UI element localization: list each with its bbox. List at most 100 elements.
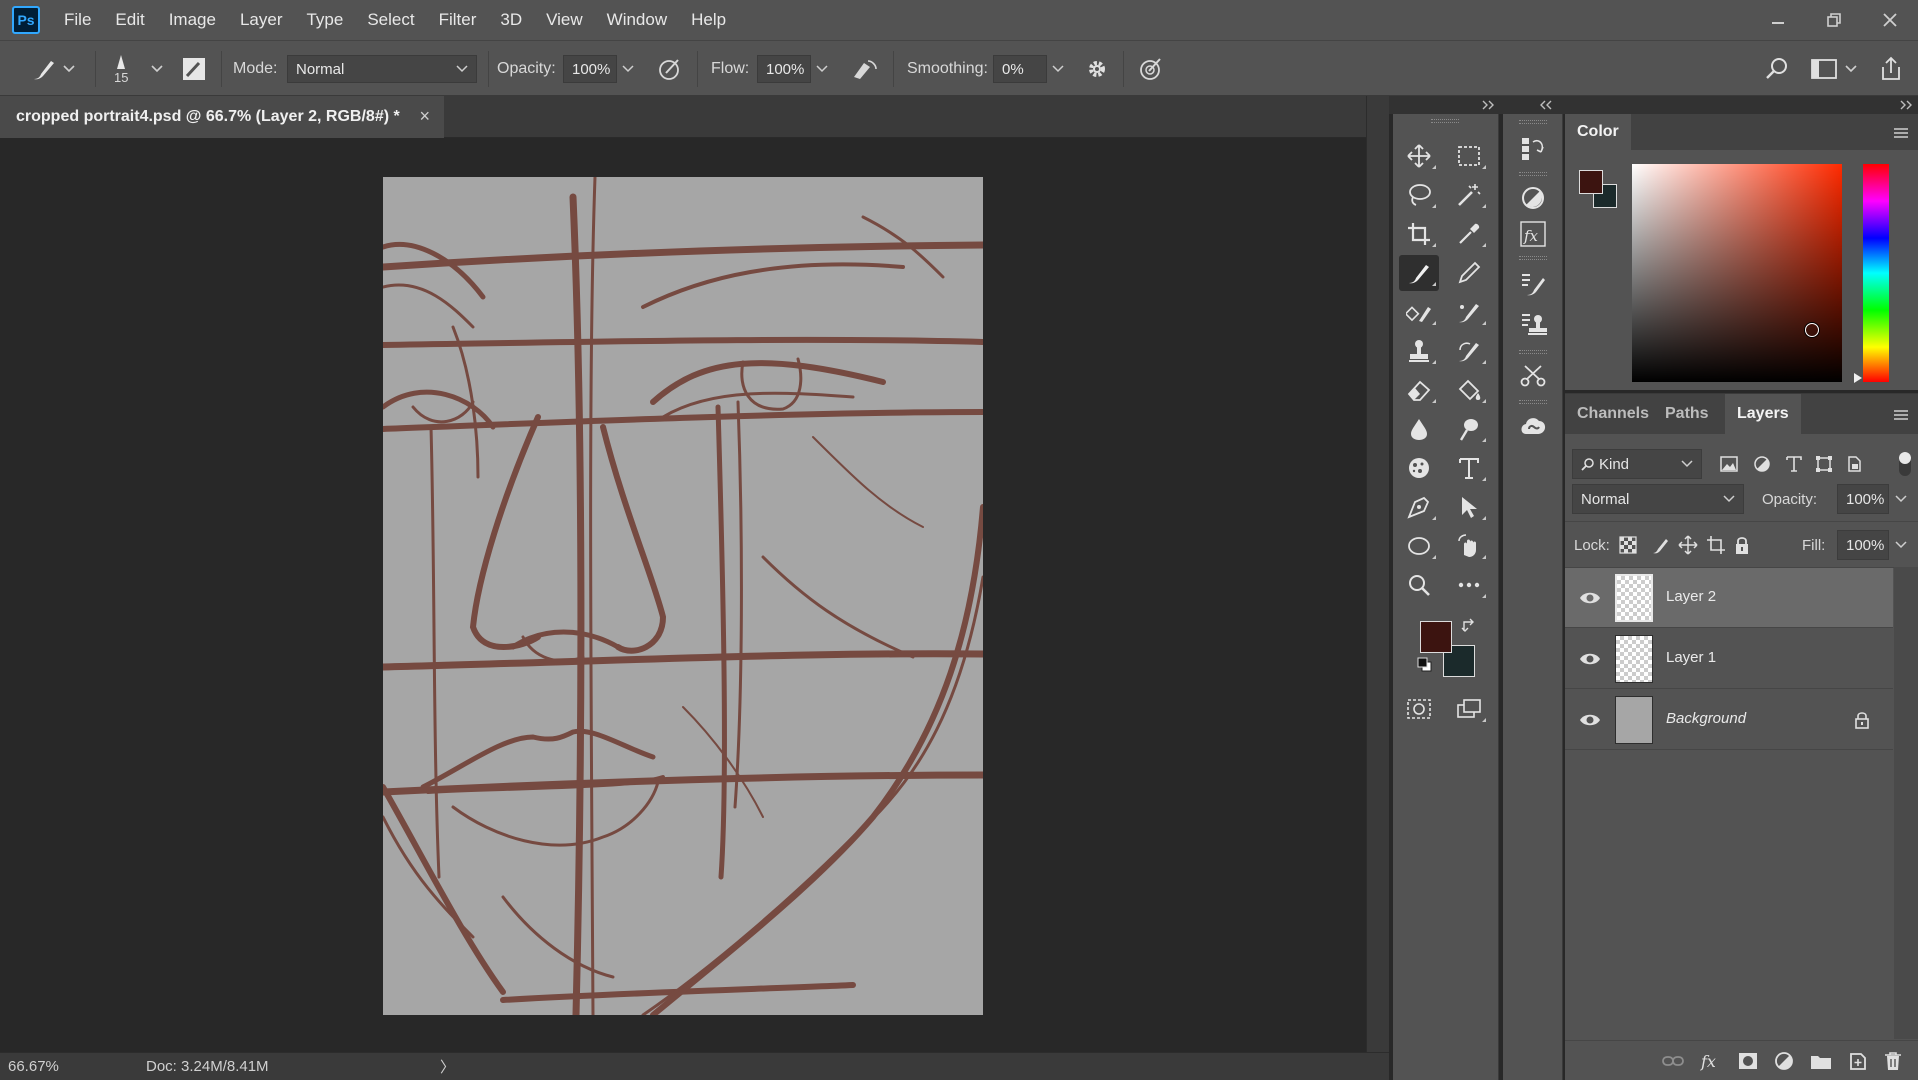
- panel-menu-icon[interactable]: [1892, 126, 1910, 140]
- rotate-view-tool[interactable]: [1449, 528, 1489, 564]
- shape-tool[interactable]: [1399, 528, 1439, 564]
- tab-channels[interactable]: Channels: [1565, 394, 1661, 434]
- delete-layer-icon[interactable]: [1884, 1051, 1902, 1071]
- clone-source-panel-button[interactable]: [1513, 304, 1553, 344]
- color-panel-foreground-swatch[interactable]: [1579, 170, 1603, 194]
- color-picker-marker[interactable]: [1805, 323, 1819, 337]
- adjustments-panel-button[interactable]: [1513, 178, 1553, 218]
- libraries-panel-button[interactable]: [1513, 406, 1553, 446]
- layer-row[interactable]: Layer 1: [1565, 629, 1893, 689]
- pressure-size-button[interactable]: [1137, 41, 1165, 97]
- opacity-input[interactable]: 100%: [563, 41, 617, 97]
- close-tab-button[interactable]: ×: [419, 106, 430, 127]
- magic-wand-tool[interactable]: [1449, 177, 1489, 213]
- expand-left-icon[interactable]: [1539, 100, 1553, 110]
- crop-tool[interactable]: [1399, 216, 1439, 252]
- menu-type[interactable]: Type: [294, 0, 355, 40]
- layers-scrollbar[interactable]: [1894, 567, 1918, 1039]
- canvas-vertical-scrollbar[interactable]: [1366, 96, 1389, 1052]
- history-panel-button[interactable]: [1513, 128, 1553, 168]
- pressure-opacity-button[interactable]: [656, 41, 684, 97]
- layer-opacity-input[interactable]: 100%: [1837, 484, 1889, 514]
- dodge-tool[interactable]: [1449, 411, 1489, 447]
- brush-tool[interactable]: [1399, 255, 1439, 291]
- lasso-tool[interactable]: [1399, 177, 1439, 213]
- lock-artboard-icon[interactable]: [1706, 535, 1726, 555]
- canvas-area[interactable]: [0, 138, 1366, 1052]
- mode-select[interactable]: Normal: [287, 41, 477, 97]
- layer-name[interactable]: Background: [1666, 710, 1746, 727]
- path-selection-tool[interactable]: [1449, 489, 1489, 525]
- tab-layers[interactable]: Layers: [1725, 394, 1801, 434]
- smoothing-input[interactable]: 0%: [993, 41, 1047, 97]
- brush-size-dropdown[interactable]: [150, 41, 164, 97]
- flow-input[interactable]: 100%: [757, 41, 811, 97]
- fill-dropdown[interactable]: [1889, 530, 1913, 560]
- layer-effects-icon[interactable]: fx: [1700, 1051, 1722, 1071]
- pen-tool[interactable]: [1399, 489, 1439, 525]
- styles-panel-button[interactable]: fx: [1513, 214, 1553, 254]
- filter-toggle[interactable]: [1899, 452, 1911, 476]
- tab-color[interactable]: Color: [1565, 114, 1631, 150]
- clone-stamp-tool[interactable]: [1399, 333, 1439, 369]
- blend-mode-select[interactable]: Normal: [1572, 484, 1744, 514]
- close-window-button[interactable]: [1862, 0, 1918, 40]
- hue-slider[interactable]: [1863, 164, 1889, 382]
- visibility-eye-icon[interactable]: [1579, 588, 1601, 608]
- airbrush-button[interactable]: [850, 41, 880, 97]
- layer-row[interactable]: Layer 2: [1565, 568, 1893, 628]
- smoothing-slider-toggle[interactable]: [1047, 41, 1069, 97]
- flow-slider-toggle[interactable]: [811, 41, 833, 97]
- quick-mask-button[interactable]: [1399, 691, 1439, 727]
- screen-mode-button[interactable]: [1449, 691, 1489, 727]
- hue-slider-handle[interactable]: [1853, 372, 1863, 384]
- default-colors-icon[interactable]: [1417, 657, 1433, 673]
- clone-source-tool[interactable]: [1399, 294, 1439, 330]
- fill-input[interactable]: 100%: [1837, 530, 1889, 560]
- layer-name[interactable]: Layer 1: [1666, 649, 1716, 666]
- opacity-slider-toggle[interactable]: [617, 41, 639, 97]
- pencil-tool[interactable]: [1449, 255, 1489, 291]
- blur-tool[interactable]: [1399, 411, 1439, 447]
- tool-preset-picker[interactable]: [30, 41, 76, 97]
- collapse-right-icon[interactable]: [1481, 100, 1495, 110]
- brush-size-picker[interactable]: 15: [114, 41, 128, 97]
- menu-layer[interactable]: Layer: [228, 0, 295, 40]
- menu-3d[interactable]: 3D: [488, 0, 534, 40]
- restore-button[interactable]: [1806, 0, 1862, 40]
- workspace-button[interactable]: [1810, 41, 1858, 97]
- search-button[interactable]: [1764, 41, 1790, 97]
- move-tool[interactable]: [1399, 138, 1439, 174]
- filter-type-icon[interactable]: [1785, 455, 1803, 473]
- type-tool[interactable]: [1449, 450, 1489, 486]
- zoom-level[interactable]: 66.67%: [8, 1058, 108, 1075]
- filter-adjustment-icon[interactable]: [1753, 455, 1771, 473]
- tab-paths[interactable]: Paths: [1653, 394, 1721, 434]
- menu-window[interactable]: Window: [595, 0, 679, 40]
- eraser-tool[interactable]: [1399, 372, 1439, 408]
- document-tab[interactable]: cropped portrait4.psd @ 66.7% (Layer 2, …: [0, 96, 444, 138]
- layer-row[interactable]: Background: [1565, 690, 1893, 750]
- brush-settings-panel-button[interactable]: [1513, 264, 1553, 304]
- lock-pixels-icon[interactable]: [1651, 536, 1669, 554]
- layer-filter-kind[interactable]: Kind: [1572, 449, 1702, 479]
- edit-toolbar-button[interactable]: [1449, 567, 1489, 603]
- color-picker-field[interactable]: [1632, 164, 1842, 382]
- paint-bucket-tool[interactable]: [1449, 372, 1489, 408]
- marquee-tool[interactable]: [1449, 138, 1489, 174]
- filter-shape-icon[interactable]: [1815, 455, 1833, 473]
- menu-select[interactable]: Select: [355, 0, 426, 40]
- eyedropper-tool[interactable]: [1449, 216, 1489, 252]
- brush-settings-toggle[interactable]: [180, 41, 208, 97]
- tool-presets-panel-button[interactable]: [1513, 356, 1553, 396]
- menu-filter[interactable]: Filter: [427, 0, 489, 40]
- status-menu-arrow[interactable]: 〉: [440, 1056, 455, 1077]
- layer-opacity-dropdown[interactable]: [1889, 484, 1913, 514]
- menu-view[interactable]: View: [534, 0, 595, 40]
- filter-smart-object-icon[interactable]: [1845, 455, 1863, 473]
- zoom-tool[interactable]: [1399, 567, 1439, 603]
- menu-file[interactable]: File: [52, 0, 103, 40]
- mixer-brush-tool[interactable]: [1449, 294, 1489, 330]
- new-layer-icon[interactable]: [1848, 1051, 1868, 1071]
- history-brush-tool[interactable]: [1449, 333, 1489, 369]
